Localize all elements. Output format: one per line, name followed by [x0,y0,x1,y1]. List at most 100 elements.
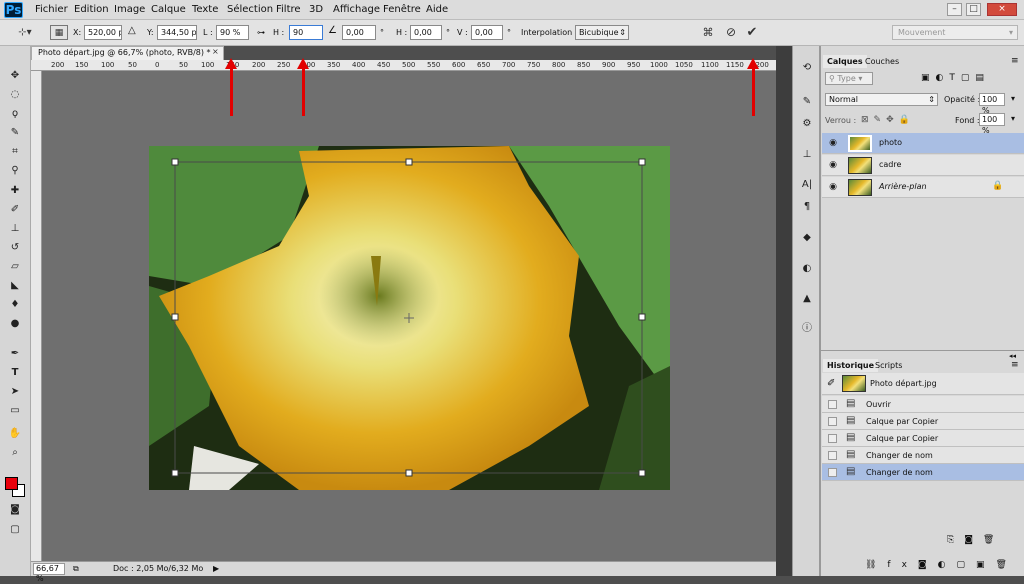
dodge-tool-icon[interactable]: ● [6,316,24,332]
move-tool-icon[interactable]: ✥ [6,68,24,84]
history-panel-icon[interactable]: ⟲ [798,60,816,76]
history-brush-source-icon[interactable]: ✐ [827,378,835,389]
blur-tool-icon[interactable]: ♦ [6,297,24,313]
opacity-dropdown-icon[interactable]: ▾ [1011,94,1015,103]
layer-name[interactable]: photo [879,138,902,147]
history-item[interactable]: ▤ Changer de nom [822,447,1024,464]
pen-tool-icon[interactable]: ✒ [6,346,24,362]
lock-icons[interactable]: ⊠✎✥🔒 [861,115,915,125]
shape-tool-icon[interactable]: ▭ [6,403,24,419]
history-footer-icons[interactable]: ⎘◙🗑 [947,535,1004,545]
histogram-panel-icon[interactable]: ▲ [798,291,816,307]
type-tool-icon[interactable]: T [6,365,24,381]
menu-fichier[interactable]: Fichier [35,4,68,15]
y-field[interactable]: 344,50 px [157,25,197,40]
brush-tool-icon[interactable]: ✐ [6,202,24,218]
3d-panel-icon[interactable]: ◆ [798,230,816,246]
history-source-checkbox[interactable] [828,451,837,460]
history-item-current[interactable]: ▤ Changer de nom [822,464,1024,481]
path-selection-icon[interactable]: ➤ [6,384,24,400]
vskew-field[interactable]: 0,00 [471,25,503,40]
opacity-field[interactable]: 100 % [979,93,1005,115]
width-field[interactable]: 90 % [216,25,249,40]
restore-button[interactable]: □ [966,3,981,16]
close-window-button[interactable]: × [987,3,1017,16]
history-item[interactable]: ▤ Ouvrir [822,396,1024,413]
fill-dropdown-icon[interactable]: ▾ [1011,114,1015,123]
zoom-field[interactable]: 66,67 % [33,563,65,583]
document-close-icon[interactable]: × [212,47,219,56]
screen-mode-icon[interactable]: ▢ [6,522,24,538]
blend-mode-select[interactable]: Normal ⇕ [825,93,938,106]
character-panel-icon[interactable]: A| [798,177,816,193]
history-brush-icon[interactable]: ↺ [6,240,24,256]
tab-scripts[interactable]: Scripts [871,359,906,372]
menu-filtre[interactable]: Filtre [276,4,301,15]
history-source-checkbox[interactable] [828,417,837,426]
eraser-icon[interactable]: ▱ [6,259,24,275]
clone-source-icon[interactable]: ⊥ [798,147,816,163]
history-item[interactable]: ▤ Calque par Copier [822,430,1024,447]
menu-calque[interactable]: Calque [151,4,186,15]
history-item[interactable]: ▤ Calque par Copier [822,413,1024,430]
paragraph-panel-icon[interactable]: ¶ [798,199,816,215]
status-menu-arrow-icon[interactable]: ▶ [213,564,219,573]
menu-edition[interactable]: Edition [74,4,109,15]
layer-row-arriere-plan[interactable]: ◉ Arrière-plan 🔒 [822,177,1024,198]
height-field[interactable]: 90 [289,25,323,40]
commit-transform-icon[interactable]: ✔ [744,25,760,40]
status-icon[interactable]: ⧉ [73,564,79,574]
warp-mode-icon[interactable]: ⌘ [700,25,716,40]
quick-selection-icon[interactable]: ✎ [6,125,24,141]
layer-name[interactable]: Arrière-plan [879,182,927,191]
clone-stamp-icon[interactable]: ⊥ [6,221,24,237]
layers-footer-icons[interactable]: ⛓fx◙◐▢▣🗑 [865,560,1018,570]
hskew-field[interactable]: 0,00 [410,25,442,40]
panel-menu-icon[interactable]: ≡ [1011,56,1019,66]
eyedropper-icon[interactable]: ⚲ [6,163,24,179]
layer-row-cadre[interactable]: ◉ cadre [822,155,1024,176]
angle-field[interactable]: 0,00 [342,25,376,40]
link-icon[interactable]: ⊶ [257,28,265,37]
menu-texte[interactable]: Texte [192,4,218,15]
quick-mask-icon[interactable]: ◙ [6,502,24,518]
menu-selection[interactable]: Sélection [227,4,273,15]
layer-filter-select[interactable]: ⚲ Type ▾ [825,72,873,85]
brush-panel-icon[interactable]: ✎ [798,94,816,110]
history-source-checkbox[interactable] [828,468,837,477]
hand-tool-icon[interactable]: ✋ [6,426,24,442]
workspace-select[interactable]: Mouvement ▾ [892,25,1018,40]
menu-3d[interactable]: 3D [309,4,323,15]
paint-bucket-icon[interactable]: ◣ [6,278,24,294]
layer-name[interactable]: cadre [879,160,901,169]
tool-presets-icon[interactable]: ⚙ [798,116,816,132]
fill-field[interactable]: 100 % [979,113,1005,135]
adjustments-panel-icon[interactable]: ◐ [798,261,816,277]
move-tool-preset-icon[interactable]: ⊹▾ [14,25,36,40]
visibility-eye-icon[interactable]: ◉ [827,160,839,170]
menu-aide[interactable]: Aide [426,4,448,15]
menu-affichage[interactable]: Affichage [333,4,380,15]
zoom-tool-icon[interactable]: ⌕ [6,445,24,461]
reference-point-icon[interactable]: ▦ [50,25,68,40]
healing-brush-icon[interactable]: ✚ [6,183,24,199]
document-image[interactable] [149,146,670,490]
menu-image[interactable]: Image [114,4,145,15]
interpolation-select[interactable]: Bicubique ⇕ [575,25,629,40]
x-field[interactable]: 520,00 px [84,25,122,40]
marquee-tool-icon[interactable]: ◌ [6,87,24,103]
visibility-eye-icon[interactable]: ◉ [827,182,839,192]
tab-couches[interactable]: Couches [861,55,903,68]
panel-collapse-icon[interactable]: ◂◂ [1009,352,1016,360]
visibility-eye-icon[interactable]: ◉ [827,138,839,148]
filter-icons[interactable]: ▣◐T▢▤ [921,73,990,83]
delta-icon[interactable]: △ [128,25,136,36]
info-panel-icon[interactable]: ⓘ [798,321,816,337]
history-snapshot[interactable]: ✐ Photo départ.jpg [822,373,1024,395]
document-tab[interactable]: Photo départ.jpg @ 66,7% (photo, RVB/8) … [31,46,224,60]
lasso-tool-icon[interactable]: ϙ [6,106,24,122]
panel-menu-icon[interactable]: ≡ [1011,360,1019,370]
crop-tool-icon[interactable]: ⌗ [6,144,24,160]
layer-row-photo[interactable]: ◉ photo [822,133,1024,154]
history-source-checkbox[interactable] [828,400,837,409]
